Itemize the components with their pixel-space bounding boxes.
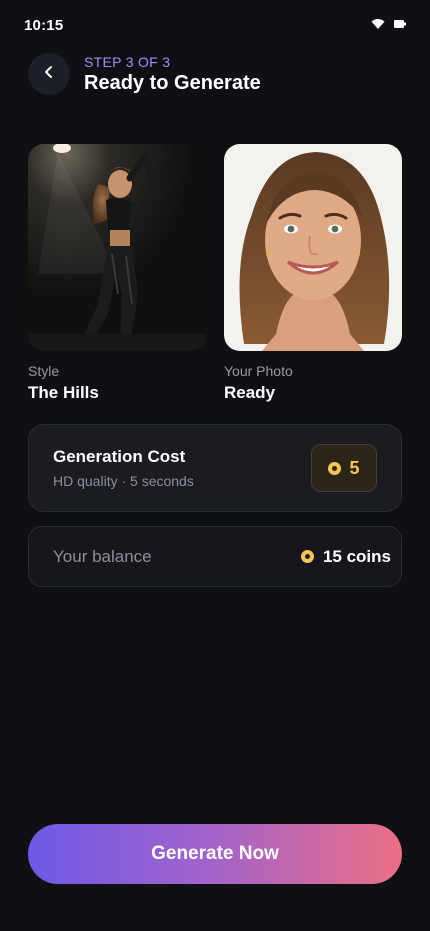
photo-status: Ready	[224, 383, 276, 402]
cost-title: Generation Cost	[53, 447, 186, 466]
status-bar: 10:15	[0, 0, 430, 50]
style-image	[28, 144, 206, 351]
user-photo	[224, 144, 402, 351]
photo-card[interactable]: Your Photo Ready	[224, 144, 402, 403]
header: STEP 3 OF 3 Ready to Generate	[28, 53, 261, 95]
step-indicator: STEP 3 OF 3	[84, 53, 171, 70]
coin-icon	[328, 461, 342, 475]
cost-amount: 5	[349, 457, 360, 478]
wifi-icon	[371, 16, 385, 34]
cost-info: Generation Cost HD quality · 5 seconds	[53, 447, 194, 489]
style-caption: Style	[28, 363, 60, 379]
style-name: The Hills	[28, 383, 99, 402]
status-time: 10:15	[24, 16, 64, 34]
style-card[interactable]: Style The Hills	[28, 144, 206, 403]
page-title: Ready to Generate	[84, 71, 261, 94]
balance-label: Your balance	[53, 546, 152, 566]
balance-amount: 15 coins	[300, 546, 391, 567]
photo-caption: Your Photo	[224, 363, 293, 379]
chevron-left-icon	[43, 65, 55, 84]
balance-value: 15 coins	[322, 546, 391, 566]
preview-cards: Style The Hills Your Photo Ready	[28, 144, 402, 403]
battery-icon	[394, 16, 406, 34]
coin-icon	[300, 550, 314, 563]
back-button[interactable]	[28, 53, 70, 95]
balance-panel: Your balance 15 coins	[28, 526, 402, 587]
cost-subtitle: HD quality · 5 seconds	[53, 473, 194, 489]
generate-now-button[interactable]: Generate Now	[28, 824, 402, 884]
header-text: STEP 3 OF 3 Ready to Generate	[84, 54, 261, 95]
generation-cost-panel: Generation Cost HD quality · 5 seconds 5	[28, 424, 402, 512]
status-icons	[371, 16, 406, 34]
cost-badge: 5	[311, 444, 377, 492]
